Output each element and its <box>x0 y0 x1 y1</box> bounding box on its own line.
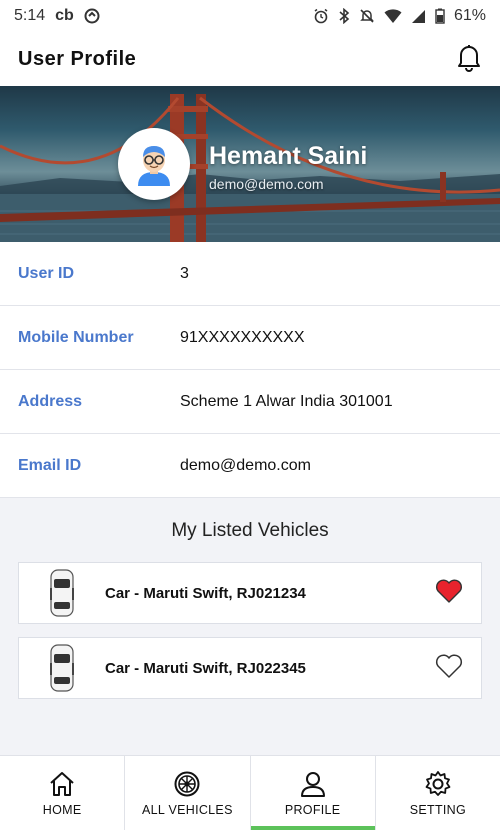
detail-label: Email ID <box>18 456 82 474</box>
user-details: User ID 3 Mobile Number 91XXXXXXXXXX Add… <box>0 242 500 498</box>
wifi-icon <box>384 8 402 24</box>
battery-percent: 61% <box>453 7 486 24</box>
detail-row-user-id: User ID 3 <box>0 242 500 306</box>
car-icon <box>47 643 77 693</box>
user-email: demo@demo.com <box>209 176 324 192</box>
detail-label: User ID <box>18 264 75 282</box>
detail-row-address: Address Scheme 1 Alwar India 301001 <box>0 370 500 434</box>
app-header: User Profile <box>0 32 500 86</box>
user-avatar-icon <box>138 146 170 186</box>
nav-label: ALL VEHICLES <box>142 802 233 817</box>
signal-icon <box>411 9 426 24</box>
nav-label: HOME <box>42 802 82 817</box>
detail-row-mobile: Mobile Number 91XXXXXXXXXX <box>0 306 500 370</box>
vehicle-card[interactable]: Car - Maruti Swift, RJ021234 <box>18 562 482 624</box>
carrier-badge: cb <box>55 7 74 24</box>
vehicle-name: Car - Maruti Swift, RJ022345 <box>105 659 306 677</box>
detail-value: Scheme 1 Alwar India 301001 <box>180 392 393 410</box>
gear-icon <box>425 770 451 796</box>
avatar[interactable] <box>118 128 190 200</box>
steering-wheel-icon <box>174 771 200 796</box>
detail-label: Mobile Number <box>18 328 134 346</box>
profile-banner: Hemant Saini demo@demo.com <box>0 86 500 242</box>
page-title: User Profile <box>18 47 137 70</box>
vehicle-card[interactable]: Car - Maruti Swift, RJ022345 <box>18 637 482 699</box>
vehicles-section-title: My Listed Vehicles <box>171 520 329 541</box>
detail-value: 3 <box>180 264 189 282</box>
car-icon <box>47 568 77 618</box>
nav-all-vehicles[interactable]: ALL VEHICLES <box>125 756 251 830</box>
user-name: Hemant Saini <box>209 142 368 170</box>
nav-setting[interactable]: SETTING <box>376 756 500 830</box>
bell-icon[interactable] <box>456 42 482 77</box>
status-bar: 5:14 cb 61% <box>0 0 500 32</box>
detail-value: demo@demo.com <box>180 456 311 474</box>
home-icon <box>50 771 74 796</box>
detail-value: 91XXXXXXXXXX <box>180 328 305 346</box>
favorite-heart-outline-icon[interactable] <box>435 653 463 684</box>
notifications-off-icon <box>359 8 375 24</box>
detail-row-email: Email ID demo@demo.com <box>0 434 500 498</box>
sync-icon <box>84 8 100 24</box>
favorite-heart-icon[interactable] <box>435 578 463 609</box>
vehicle-name: Car - Maruti Swift, RJ021234 <box>105 584 306 602</box>
nav-home[interactable]: HOME <box>0 756 126 830</box>
person-icon <box>300 771 325 797</box>
status-time: 5:14 <box>14 7 46 24</box>
detail-label: Address <box>18 392 83 410</box>
battery-icon <box>435 8 445 24</box>
nav-label: PROFILE <box>284 802 341 817</box>
bluetooth-icon <box>338 8 350 24</box>
nav-profile[interactable]: PROFILE <box>250 756 376 830</box>
nav-label: SETTING <box>409 802 467 817</box>
bottom-navigation: HOME ALL VEHICLES PROFILE SETTING <box>0 755 500 830</box>
alarm-icon <box>313 8 329 24</box>
